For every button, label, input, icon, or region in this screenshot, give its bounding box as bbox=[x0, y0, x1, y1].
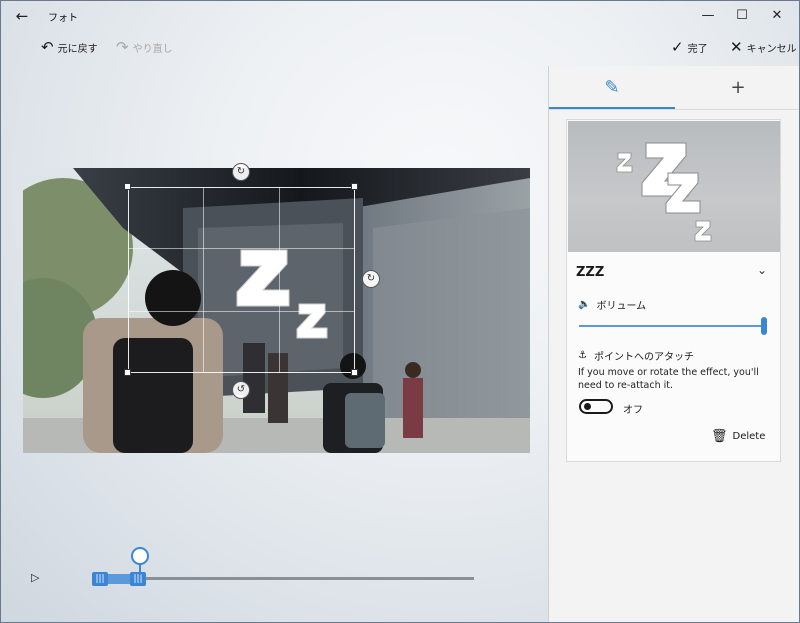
trim-start-handle[interactable]: ||| bbox=[92, 572, 108, 586]
cancel-button[interactable]: ✕ キャンセル bbox=[730, 37, 797, 57]
cancel-label: キャンセル bbox=[746, 43, 797, 55]
effect-panel: ✎ + ZZZ ⌄ 🔈 ボリューム ⚓ ポイントへのアタッチ If you mo… bbox=[548, 66, 799, 622]
effect-thumbnail bbox=[568, 121, 780, 252]
selection-gridline bbox=[279, 187, 280, 373]
playhead[interactable] bbox=[131, 547, 149, 565]
delete-label: Delete bbox=[732, 431, 766, 442]
photos-app-window: ← フォト — ☐ ✕ ↶ 元に戻す ↷ やり直し ✓ 完了 ✕ キャンセル ↻… bbox=[0, 0, 800, 623]
tab-edit[interactable]: ✎ bbox=[549, 66, 675, 110]
rotate-handle-right[interactable]: ↻ bbox=[362, 270, 380, 288]
selection-gridline bbox=[203, 187, 204, 373]
selection-gridline bbox=[128, 248, 355, 249]
maximize-button[interactable]: ☐ bbox=[724, 4, 760, 28]
redo-button[interactable]: ↷ やり直し bbox=[116, 37, 173, 57]
back-arrow-icon[interactable]: ← bbox=[11, 6, 33, 26]
close-window-button[interactable]: ✕ bbox=[759, 4, 795, 28]
volume-slider-thumb[interactable] bbox=[761, 317, 767, 335]
play-icon[interactable]: ▷ bbox=[31, 571, 39, 584]
delete-button[interactable]: 🗑 Delete bbox=[711, 429, 765, 444]
trim-end-handle[interactable]: ||| bbox=[130, 572, 146, 586]
active-tab-indicator bbox=[549, 107, 675, 109]
undo-icon: ↶ bbox=[41, 38, 54, 56]
pencil-icon: ✎ bbox=[604, 77, 620, 98]
check-icon: ✓ bbox=[671, 38, 684, 56]
volume-row: 🔈 ボリューム bbox=[578, 297, 646, 312]
anchor-description: If you move or rotate the effect, you'll… bbox=[578, 367, 759, 391]
trash-icon: 🗑 bbox=[711, 429, 728, 444]
resize-handle-bottom-left[interactable] bbox=[124, 369, 131, 376]
anchor-icon: ⚓ bbox=[578, 350, 587, 361]
rotate-handle-bottom[interactable]: ↺ bbox=[232, 381, 250, 399]
redo-label: やり直し bbox=[132, 43, 173, 55]
rotate-handle-top[interactable]: ↻ bbox=[232, 163, 250, 181]
volume-slider-track[interactable] bbox=[579, 325, 766, 327]
effect-name: ZZZ bbox=[576, 265, 605, 280]
volume-label: ボリューム bbox=[596, 301, 647, 312]
chevron-down-icon[interactable]: ⌄ bbox=[757, 263, 767, 277]
done-label: 完了 bbox=[687, 43, 708, 55]
speaker-icon: 🔈 bbox=[578, 299, 591, 310]
effect-card: ZZZ ⌄ 🔈 ボリューム ⚓ ポイントへのアタッチ If you move o… bbox=[566, 119, 781, 462]
selection-gridline bbox=[128, 311, 355, 312]
timeline-track[interactable] bbox=[93, 577, 474, 580]
anchor-toggle[interactable] bbox=[579, 399, 613, 414]
plus-icon: + bbox=[730, 77, 746, 98]
tab-add[interactable]: + bbox=[675, 66, 799, 110]
resize-handle-top-right[interactable] bbox=[351, 183, 358, 190]
resize-handle-top-left[interactable] bbox=[124, 183, 131, 190]
close-icon: ✕ bbox=[730, 38, 743, 56]
anchor-label: ポイントへのアタッチ bbox=[593, 352, 694, 363]
redo-icon: ↷ bbox=[116, 38, 129, 56]
window-title: フォト bbox=[48, 13, 78, 24]
undo-label: 元に戻す bbox=[57, 43, 98, 55]
title-bar: ← フォト — ☐ ✕ bbox=[1, 1, 799, 31]
anchor-row: ⚓ ポイントへのアタッチ bbox=[578, 348, 694, 363]
done-button[interactable]: ✓ 完了 bbox=[671, 37, 708, 57]
undo-button[interactable]: ↶ 元に戻す bbox=[41, 37, 98, 57]
tab-divider bbox=[549, 109, 799, 110]
resize-handle-bottom-right[interactable] bbox=[351, 369, 358, 376]
toggle-knob bbox=[584, 403, 591, 410]
minimize-button[interactable]: — bbox=[690, 4, 726, 28]
toggle-state-label: オフ bbox=[623, 405, 643, 416]
